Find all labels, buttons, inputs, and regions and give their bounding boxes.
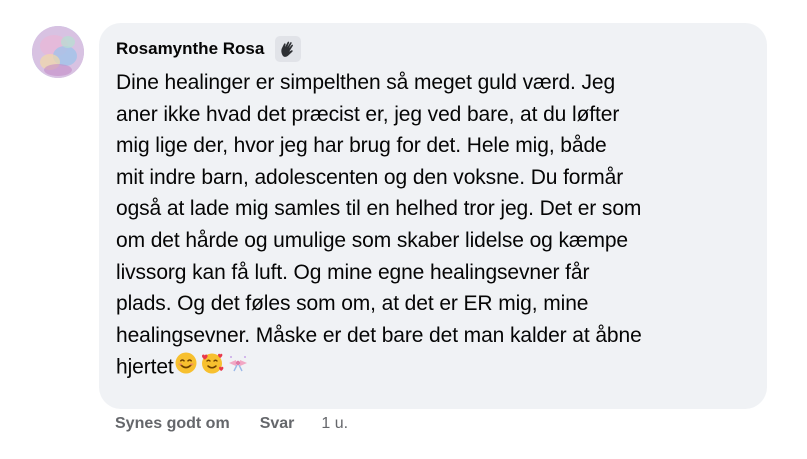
comment-text: Dine healinger er simpelthen så meget gu… (116, 67, 749, 385)
comment-text-content: Dine healinger er simpelthen så meget gu… (116, 71, 642, 379)
comment-actions: Synes godt om Svar 1 u. (115, 415, 348, 433)
reply-button[interactable]: Svar (260, 415, 295, 433)
sparkle-ribbon-icon (226, 351, 250, 385)
avatar[interactable] (32, 26, 84, 78)
smiling-face-with-hearts-icon (199, 351, 225, 385)
comment: Rosamynthe Rosa Dine healinger er simpel… (0, 0, 807, 459)
author-name[interactable]: Rosamynthe Rosa (116, 39, 264, 59)
comment-header: Rosamynthe Rosa (116, 35, 749, 63)
waving-hand-icon (275, 36, 302, 62)
smiling-face-icon (174, 351, 198, 385)
timestamp[interactable]: 1 u. (321, 415, 348, 433)
like-button[interactable]: Synes godt om (115, 415, 230, 433)
avatar-image (32, 26, 84, 78)
comment-bubble: Rosamynthe Rosa Dine healinger er simpel… (99, 23, 767, 409)
